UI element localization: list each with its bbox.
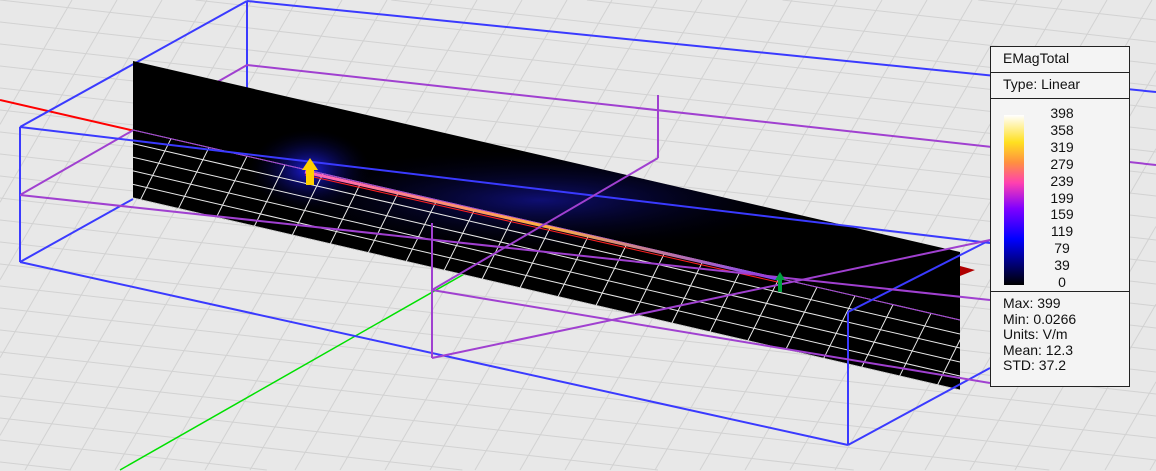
port-marker-icon[interactable] bbox=[960, 266, 975, 276]
tick-label: 199 bbox=[1050, 189, 1074, 206]
stat-max: Max: 399 bbox=[1003, 295, 1061, 311]
stat-std: STD: 37.2 bbox=[1003, 357, 1067, 373]
grid-line bbox=[0, 0, 253, 436]
tick-label: 0 bbox=[1058, 274, 1066, 291]
stat-min: Min: 0.0266 bbox=[1003, 310, 1077, 327]
grid-line bbox=[978, 0, 1156, 21]
grid-line bbox=[0, 417, 463, 471]
tick-label: 239 bbox=[1050, 172, 1074, 189]
tick-label: 279 bbox=[1050, 155, 1074, 172]
tick-label: 39 bbox=[1054, 257, 1070, 274]
grid-line bbox=[0, 329, 1156, 461]
legend-title: EMagTotal bbox=[991, 47, 1129, 73]
tick-label: 398 bbox=[1050, 105, 1074, 121]
grid-line bbox=[0, 395, 659, 471]
3d-viewport[interactable] bbox=[0, 0, 1156, 471]
grid-line bbox=[0, 461, 72, 471]
legend-scale: 398 358 319 279 239 199 159 119 79 39 0 bbox=[991, 99, 1129, 292]
grid-line bbox=[782, 0, 1156, 43]
color-legend: EMagTotal Type: Linear 398 358 319 279 2… bbox=[990, 46, 1130, 387]
legend-type: Type: Linear bbox=[991, 73, 1129, 99]
tick-label: 79 bbox=[1054, 240, 1070, 257]
tick-label: 119 bbox=[1050, 223, 1074, 240]
tick-label: 159 bbox=[1050, 206, 1074, 223]
grid-line bbox=[1149, 459, 1156, 471]
grid-line bbox=[0, 373, 854, 471]
colorbar-ticks: 398 358 319 279 239 199 159 119 79 39 0 bbox=[1037, 105, 1087, 291]
tick-label: 358 bbox=[1050, 121, 1074, 138]
legend-stats: Max: 399 Min: 0.0266 Units: V/m Mean: 12… bbox=[991, 292, 1129, 374]
grid-line bbox=[0, 285, 1156, 417]
colorbar bbox=[1004, 115, 1024, 285]
stat-units: Units: V/m bbox=[1003, 326, 1068, 342]
tick-label: 319 bbox=[1050, 138, 1074, 155]
grid-line bbox=[0, 0, 73, 125]
stat-mean: Mean: 12.3 bbox=[1003, 341, 1074, 358]
